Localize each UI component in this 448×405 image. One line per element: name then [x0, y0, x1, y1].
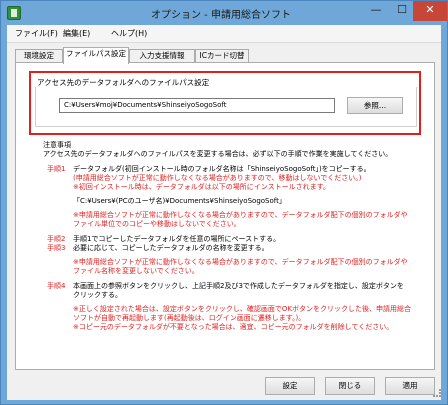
step1-line1: データフォルダ(初回インストール時のフォルダ名称は「ShinseiyoSogoS…	[73, 165, 371, 173]
step3-red2: ファイル名称を変更しないでください。	[73, 267, 199, 275]
minimize-button[interactable]: —	[363, 1, 389, 21]
tab-input-support[interactable]: 入力支援情報	[129, 49, 195, 63]
folder-path-input[interactable]: C:¥Users¥moj¥Documents¥ShinseiyoSogoSoft	[59, 98, 335, 113]
path-group-label: アクセス先のデータフォルダへのファイルパス設定	[37, 78, 210, 87]
set-button[interactable]: 設定	[265, 377, 315, 395]
menu-bar: ファイル(F) 編集(E) ヘルプ(H)	[7, 25, 441, 43]
tab-file-path[interactable]: ファイルパス設定	[63, 47, 129, 64]
title-bar[interactable]: オプション - 申請用総合ソフト — ☐ ✕	[1, 1, 447, 25]
menu-file[interactable]: ファイル(F)	[15, 28, 58, 39]
step4-label: 手順4	[47, 282, 66, 290]
notes-intro: アクセス先のデータフォルダへのファイルパスを変更する場合は、必ず以下の手順で作業…	[43, 150, 393, 158]
apply-button[interactable]: 適用	[385, 377, 435, 395]
step4-red3: ※コピー元のデータフォルダが不要となった場合は、適宜、コピー元のフォルダを削除し…	[73, 323, 394, 331]
step1-red1: (申請用総合ソフトが正常に動作しなくなる場合がありますので、移動はしないでくださ…	[73, 174, 362, 182]
menu-edit[interactable]: 編集(E)	[63, 28, 90, 39]
step3-label: 手順3	[47, 244, 66, 252]
client-area: ファイル(F) 編集(E) ヘルプ(H) 環境設定 ファイルパス設定 入力支援情…	[7, 25, 441, 400]
close-button[interactable]: 閉じる	[325, 377, 375, 395]
resize-grip[interactable]	[433, 389, 441, 397]
step1-red2: ※初回インストール時は、データフォルダは以下の場所にインストールされます。	[73, 183, 330, 191]
menu-help[interactable]: ヘルプ(H)	[111, 28, 147, 39]
step1-label: 手順1	[47, 165, 66, 173]
browse-button[interactable]: 参照...	[347, 97, 403, 114]
step4-line1: 本画面上の参照ボタンをクリックし、上記手順2及び3で作成したデータフォルダを指定…	[73, 282, 404, 290]
tab-environment[interactable]: 環境設定	[15, 49, 63, 63]
notes-heading: 注意事項	[43, 141, 71, 149]
app-icon	[7, 6, 21, 20]
close-window-button[interactable]: ✕	[413, 1, 447, 21]
step4-red1: ※正しく設定された場合は、設定ボタンをクリックし、確認画面でOKボタンをクリック…	[73, 305, 411, 313]
step3-text: 必要に応じて、コピーしたデータフォルダの名称を変更する。	[73, 244, 269, 252]
step3-red1: ※申請用総合ソフトが正常に動作しなくなる場合がありますので、データフォルダ配下の…	[73, 258, 408, 266]
step4-line2: クリックする。	[73, 291, 122, 299]
window-title: オプション - 申請用総合ソフト	[151, 10, 291, 21]
step1-warn1: ※申請用総合ソフトが正常に動作しなくなる場合がありますので、データフォルダ配下の…	[73, 211, 408, 219]
maximize-button[interactable]: ☐	[389, 1, 415, 21]
tab-strip: 環境設定 ファイルパス設定 入力支援情報 ICカード切替	[15, 47, 435, 64]
step2-label: 手順2	[47, 235, 66, 243]
step1-path: 「C:¥Users¥(PCのユーザ名)¥Documents¥ShinseiyoS…	[73, 197, 286, 205]
step1-warn2: ファイル単位でのコピーや移動はしないでください。	[73, 220, 241, 228]
options-window: オプション - 申請用総合ソフト — ☐ ✕ ファイル(F) 編集(E) ヘルプ…	[0, 0, 448, 405]
tab-ic-card[interactable]: ICカード切替	[195, 49, 249, 63]
step2-text: 手順1でコピーしたデータフォルダを任意の場所にペーストする。	[73, 235, 281, 243]
step4-red2: ソフトが自動で再起動します(再起動後は、ログイン画面に遷移します。)。	[73, 314, 306, 322]
